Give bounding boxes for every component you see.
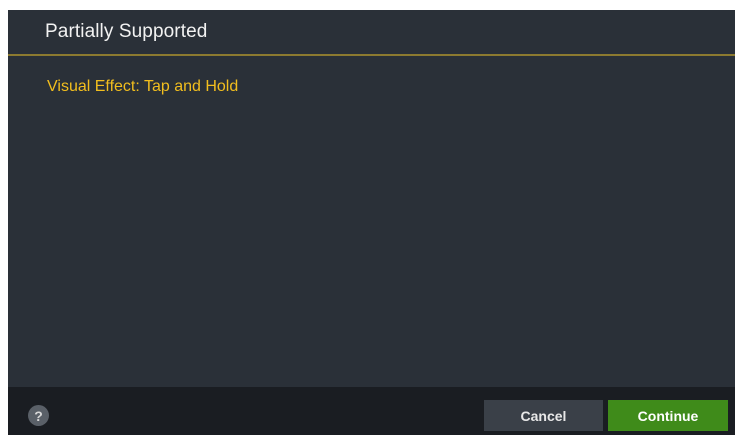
help-button[interactable]: ? (28, 405, 49, 426)
dialog-header: Partially Supported (8, 10, 735, 56)
dialog-footer: ? Cancel Continue (8, 387, 735, 435)
dialog-title: Partially Supported (45, 21, 208, 42)
continue-button[interactable]: Continue (608, 400, 728, 431)
cancel-button[interactable]: Cancel (484, 400, 603, 431)
dialog-body: Visual Effect: Tap and Hold (8, 56, 735, 387)
partially-supported-dialog: Partially Supported Visual Effect: Tap a… (8, 10, 735, 435)
unsupported-feature-message: Visual Effect: Tap and Hold (47, 78, 239, 95)
question-mark-icon: ? (34, 407, 43, 424)
